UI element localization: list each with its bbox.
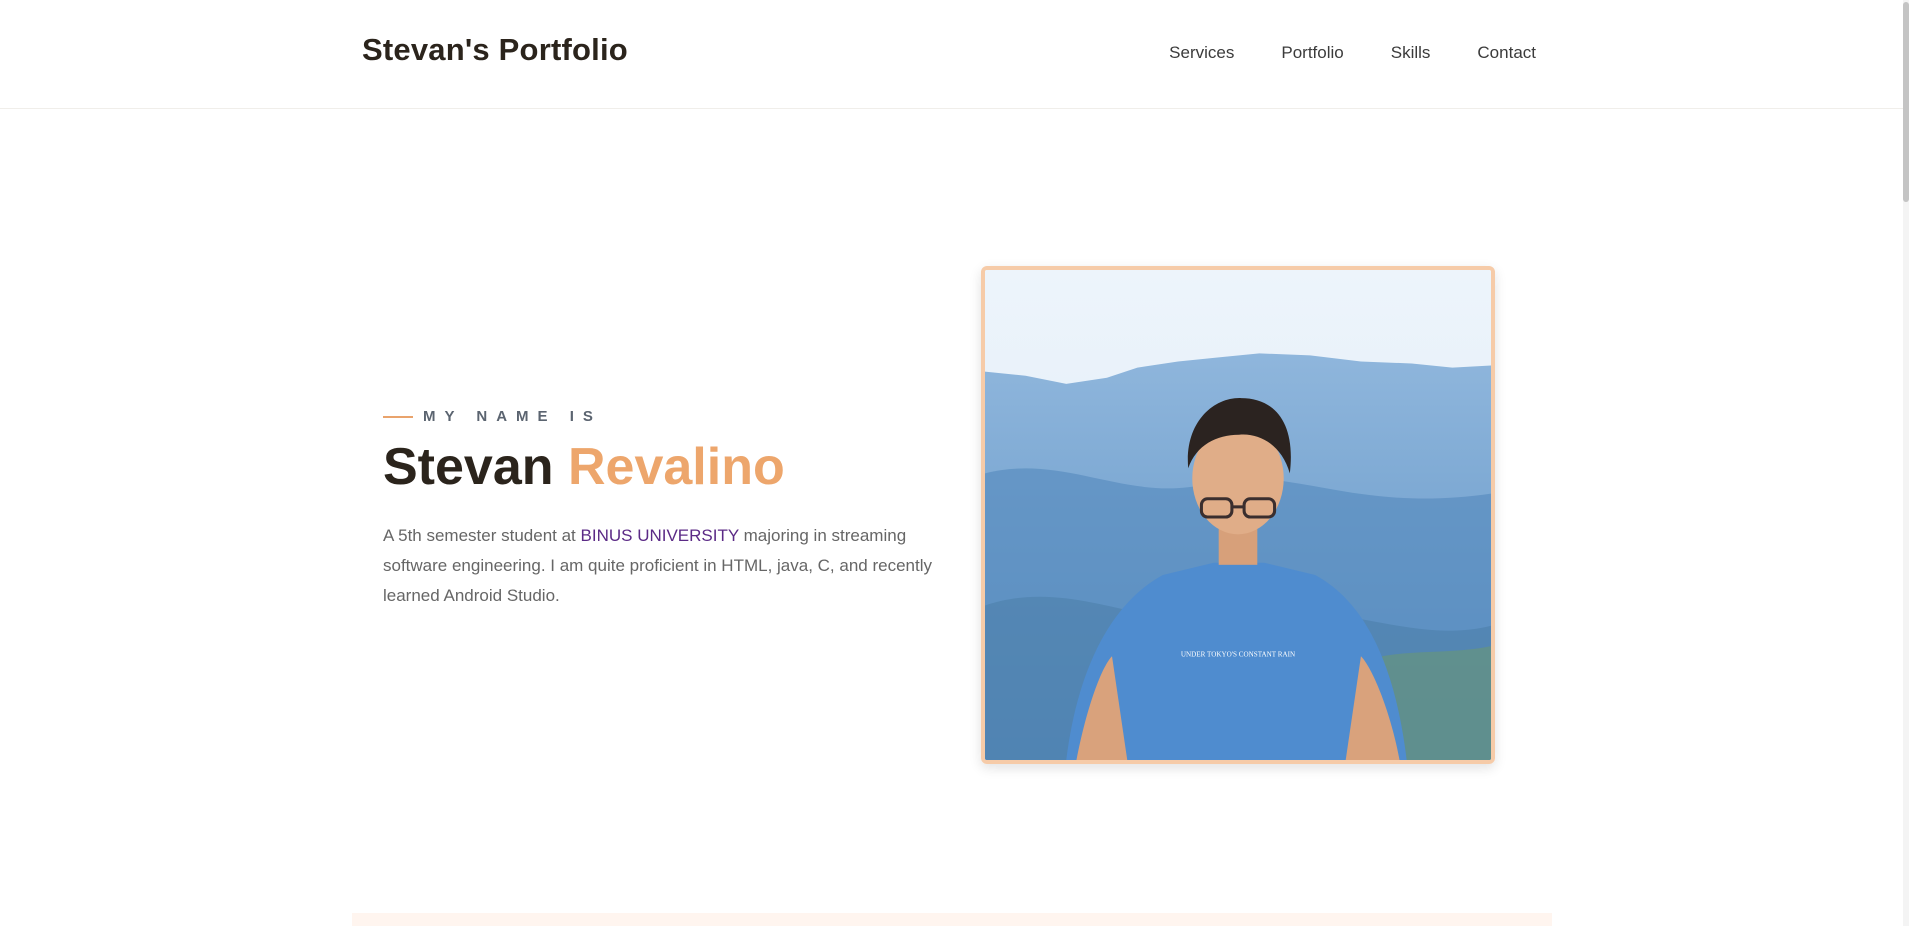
nav-skills[interactable]: Skills: [1391, 43, 1431, 63]
bio-before: A 5th semester student at: [383, 526, 581, 545]
hero-intro: MY NAME IS Stevan Revalino A 5th semeste…: [383, 408, 943, 628]
hero-bio: A 5th semester student at BINUS UNIVERSI…: [383, 521, 943, 611]
eyebrow-line: [383, 415, 413, 418]
shirt-text: UNDER TOKYO'S CONSTANT RAIN: [1181, 650, 1295, 658]
eyebrow-label: MY NAME IS: [423, 408, 602, 425]
last-name: Revalino: [567, 438, 785, 496]
page-scrollbar[interactable]: [1903, 0, 1909, 926]
hero-name: Stevan Revalino: [383, 435, 943, 499]
profile-photo-illustration: UNDER TOKYO'S CONSTANT RAIN: [985, 270, 1491, 760]
site-header: Stevan's Portfolio Services Portfolio Sk…: [0, 0, 1903, 109]
site-brand[interactable]: Stevan's Portfolio: [362, 32, 628, 68]
first-name: Stevan: [383, 438, 554, 496]
next-section-top: [352, 913, 1552, 926]
nav-services[interactable]: Services: [1169, 43, 1234, 63]
nav-contact[interactable]: Contact: [1477, 43, 1536, 63]
scrollbar-thumb[interactable]: [1903, 2, 1909, 202]
university-name: BINUS UNIVERSITY: [580, 526, 739, 545]
eyebrow: MY NAME IS: [383, 408, 943, 425]
nav-portfolio[interactable]: Portfolio: [1281, 43, 1343, 63]
main-nav: Services Portfolio Skills Contact: [1169, 43, 1536, 63]
profile-photo: UNDER TOKYO'S CONSTANT RAIN: [981, 266, 1495, 764]
